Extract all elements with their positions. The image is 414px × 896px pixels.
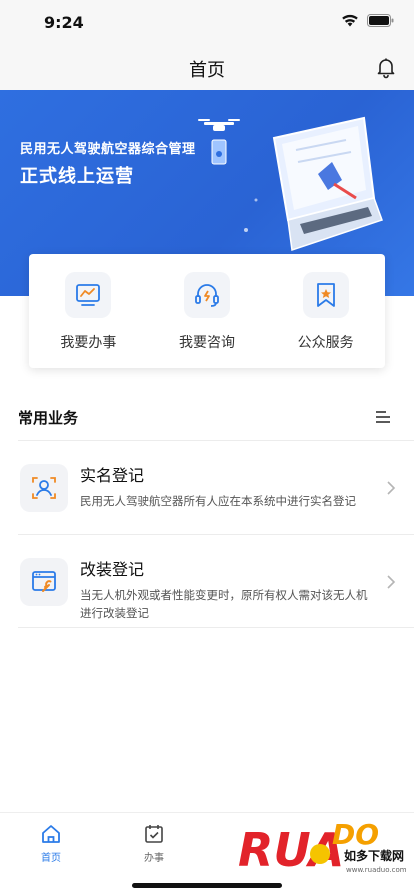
- nav-bar: 首页: [0, 44, 414, 90]
- quick-action-label: 我要办事: [60, 335, 117, 351]
- business-item-title: 改装登记: [80, 560, 145, 579]
- banner-line2: 正式线上运营: [20, 166, 134, 187]
- tab-label: 首页: [41, 853, 61, 864]
- chart-monitor-icon: [76, 284, 101, 306]
- divider: [18, 534, 414, 535]
- svg-text:如多下载网: 如多下载网: [344, 848, 404, 863]
- biz-icon-box: [20, 558, 68, 606]
- page-title: 首页: [189, 60, 225, 81]
- svg-text:www.ruaduo.com: www.ruaduo.com: [346, 866, 407, 874]
- quick-action-label: 我要咨询: [179, 335, 235, 351]
- business-item-modification[interactable]: 改装登记 当无人机外观或者性能变更时，原所有权人需对该无人机进行改装登记: [18, 536, 396, 628]
- business-item-realname[interactable]: 实名登记 民用无人驾驶航空器所有人应在本系统中进行实名登记: [18, 442, 396, 534]
- bookmark-star-icon: [316, 283, 335, 307]
- battery-icon: [367, 14, 394, 27]
- divider: [18, 440, 414, 441]
- quick-icon-box: [65, 272, 112, 318]
- divider: [18, 627, 414, 628]
- status-icons: [341, 14, 394, 27]
- tab-label: 办事: [144, 853, 164, 864]
- chevron-right-icon: [387, 481, 396, 495]
- status-bar: 9:24: [0, 0, 414, 44]
- section-header: 常用业务: [18, 400, 396, 436]
- bell-icon[interactable]: [374, 55, 398, 79]
- chevron-right-icon: [387, 575, 396, 589]
- status-time: 9:24: [44, 13, 84, 32]
- quick-actions-card: 我要办事 我要咨询 公众服务: [29, 254, 385, 368]
- quick-action-public-service[interactable]: 公众服务: [266, 254, 385, 368]
- calendar-check-icon: [145, 825, 163, 843]
- home-indicator: [132, 883, 282, 888]
- watermark-logo: RUA DO 如多下载网 www.ruaduo.com: [238, 818, 407, 877]
- svg-text:DO: DO: [332, 818, 379, 851]
- business-item-desc: 民用无人驾驶航空器所有人应在本系统中进行实名登记: [80, 494, 356, 508]
- biz-icon-box: [20, 464, 68, 512]
- business-item-desc: 当无人机外观或者性能变更时，原所有权人需对该无人机进行改装登记: [80, 588, 368, 620]
- quick-action-handle-business[interactable]: 我要办事: [29, 254, 148, 368]
- tab-business[interactable]: 办事: [114, 823, 194, 864]
- quick-action-label: 公众服务: [297, 335, 354, 351]
- quick-icon-box: [302, 272, 349, 318]
- tab-home[interactable]: 首页: [11, 823, 91, 864]
- business-item-title: 实名登记: [80, 466, 145, 485]
- home-icon: [42, 825, 60, 843]
- banner-line1: 民用无人驾驶航空器综合管理: [20, 142, 196, 157]
- section-title: 常用业务: [18, 409, 79, 427]
- wifi-icon: [341, 14, 359, 27]
- id-scan-icon: [32, 477, 56, 499]
- window-wrench-icon: [32, 571, 56, 592]
- drone-laptop-illustration: [198, 116, 383, 251]
- quick-action-consult[interactable]: 我要咨询: [148, 254, 267, 368]
- menu-icon[interactable]: [376, 410, 390, 424]
- quick-icon-box: [184, 272, 230, 318]
- headset-icon: [195, 284, 219, 307]
